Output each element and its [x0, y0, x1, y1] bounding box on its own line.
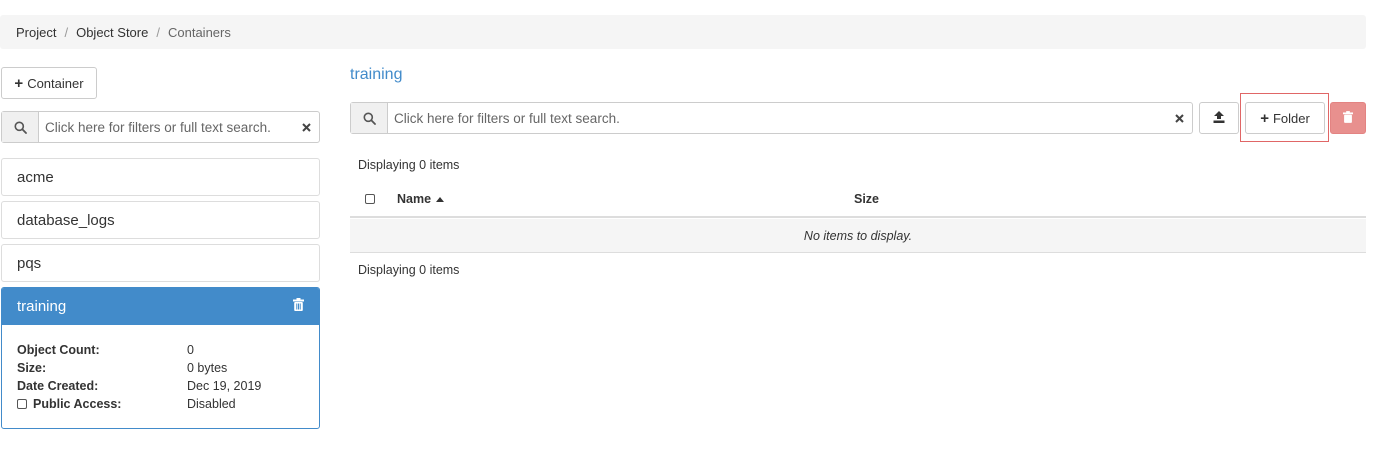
add-container-label: Container — [27, 75, 84, 91]
breadcrumb-separator: / — [64, 24, 69, 40]
upload-icon — [1213, 110, 1225, 126]
sort-ascending-icon — [436, 192, 445, 206]
add-container-button[interactable]: + Container — [1, 67, 97, 99]
container-item-database-logs[interactable]: database_logs — [1, 201, 320, 239]
public-access-label: Public Access: — [33, 397, 122, 411]
page-title[interactable]: training — [350, 66, 402, 84]
breadcrumb-separator: / — [156, 24, 160, 40]
plus-icon: + — [1260, 109, 1269, 127]
object-search[interactable]: Click here for filters or full text sear… — [350, 102, 1193, 134]
objects-table-header: Name Size — [350, 182, 1366, 218]
column-header-size[interactable]: Size — [854, 192, 904, 206]
breadcrumb-project[interactable]: Project — [16, 25, 56, 40]
size-label: Size: — [17, 361, 47, 375]
container-panel-training: training Object Count: 0 Size: 0 bytes D… — [1, 287, 320, 429]
container-item-acme[interactable]: acme — [1, 158, 320, 196]
breadcrumb: Project / Object Store / Containers — [0, 15, 1366, 49]
select-all-checkbox[interactable] — [365, 194, 375, 204]
breadcrumb-object-store[interactable]: Object Store — [76, 25, 148, 40]
object-count-value: 0 — [187, 343, 194, 357]
plus-icon: + — [14, 74, 24, 92]
upload-button[interactable] — [1199, 102, 1239, 134]
trash-icon[interactable] — [293, 298, 304, 315]
container-panel-header[interactable]: training — [2, 288, 319, 325]
size-value: 0 bytes — [187, 361, 228, 375]
public-access-value: Disabled — [187, 397, 236, 411]
search-icon — [2, 112, 39, 142]
item-count-top: Displaying 0 items — [358, 158, 460, 172]
trash-icon — [1343, 110, 1353, 126]
empty-table-message: No items to display. — [350, 219, 1366, 253]
clear-search-icon[interactable] — [1166, 103, 1192, 133]
container-search[interactable]: Click here for filters or full text sear… — [1, 111, 320, 143]
container-search-input[interactable]: Click here for filters or full text sear… — [39, 112, 293, 142]
object-count-label: Object Count: — [17, 343, 100, 357]
column-header-name[interactable]: Name — [390, 192, 854, 206]
date-created-value: Dec 19, 2019 — [187, 379, 262, 393]
search-icon — [351, 103, 388, 133]
add-folder-button[interactable]: + Folder — [1245, 102, 1325, 134]
public-access-checkbox[interactable] — [17, 399, 27, 409]
public-access-row: Public Access: — [17, 397, 187, 411]
breadcrumb-current: Containers — [167, 24, 231, 40]
delete-button[interactable] — [1330, 102, 1366, 134]
item-count-bottom: Displaying 0 items — [358, 263, 460, 277]
object-search-input[interactable]: Click here for filters or full text sear… — [388, 103, 1166, 133]
clear-search-icon[interactable] — [293, 112, 319, 142]
container-item-pqs[interactable]: pqs — [1, 244, 320, 282]
container-details: Object Count: 0 Size: 0 bytes Date Creat… — [2, 325, 319, 413]
date-created-label: Date Created: — [17, 379, 99, 393]
add-folder-label: Folder — [1272, 110, 1310, 126]
selected-container-name: training — [17, 298, 67, 315]
